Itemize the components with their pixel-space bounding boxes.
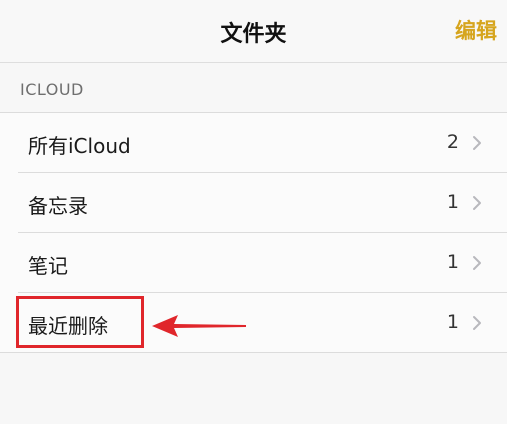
navigation-bar: 文件夹 编辑: [0, 0, 507, 63]
folder-row-notes-memo[interactable]: 备忘录 1: [0, 173, 507, 233]
edit-button[interactable]: 编辑: [455, 15, 497, 45]
folder-row-all-icloud[interactable]: 所有iCloud 2: [0, 113, 507, 173]
folder-label: 备忘录: [28, 194, 88, 218]
folder-label: 所有iCloud: [28, 134, 131, 158]
folder-label: 笔记: [28, 254, 68, 278]
chevron-right-icon: [473, 136, 481, 150]
folder-count: 2: [446, 131, 459, 153]
folder-row-notes[interactable]: 笔记 1: [0, 233, 507, 293]
section-header-icloud: ICLOUD: [20, 80, 84, 99]
folder-count: 1: [446, 311, 459, 333]
folder-count: 1: [446, 251, 459, 273]
page-title: 文件夹: [220, 22, 287, 47]
chevron-right-icon: [473, 196, 481, 210]
annotation-highlight-box: [16, 296, 144, 348]
folder-count: 1: [446, 191, 459, 213]
chevron-right-icon: [473, 316, 481, 330]
chevron-right-icon: [473, 256, 481, 270]
annotation-arrow-icon: [152, 315, 246, 337]
